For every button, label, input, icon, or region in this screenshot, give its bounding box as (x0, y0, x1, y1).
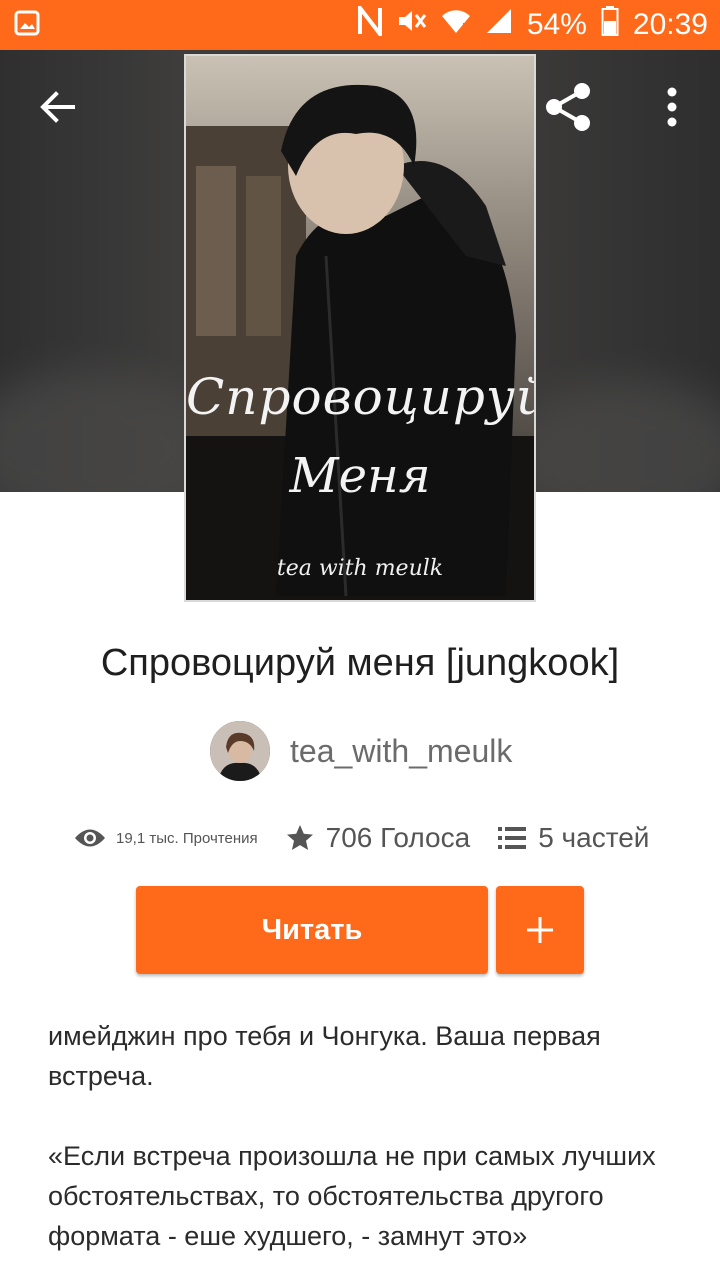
share-button[interactable] (530, 72, 606, 142)
plus-icon (527, 917, 553, 943)
signal-icon (485, 7, 513, 43)
cover-author: tea with meulk (276, 556, 444, 581)
back-button[interactable] (22, 72, 92, 142)
story-stats: 19,1 тыс. Прочтения 706 Голоса 5 частей (74, 816, 649, 860)
share-icon (546, 83, 590, 131)
wifi-icon (441, 7, 471, 43)
author-row[interactable]: tea_with_meulk (210, 720, 512, 782)
description-paragraph: «Если встреча произошла не при самых луч… (48, 1141, 656, 1251)
cover-artwork (186, 56, 534, 600)
star-icon (286, 824, 314, 852)
cover-title-line2: Меня (289, 448, 431, 504)
clock: 20:39 (632, 8, 708, 41)
read-button[interactable]: Читать (136, 886, 488, 974)
list-icon (498, 826, 527, 850)
book-cover[interactable]: Спровоцируй Меня tea with meulk (184, 54, 536, 602)
votes-count: 706 Голоса (325, 822, 471, 853)
votes-stat: 706 Голоса (286, 822, 471, 854)
status-bar: 54% 20:39 (0, 0, 720, 50)
reads-stat: 19,1 тыс. Прочтения (74, 827, 258, 849)
parts-stat: 5 частей (498, 822, 649, 854)
author-name[interactable]: tea_with_meulk (290, 733, 512, 770)
eye-icon (74, 827, 106, 849)
avatar[interactable] (210, 721, 270, 781)
back-arrow-icon (40, 91, 75, 123)
more-vert-icon (667, 87, 677, 127)
description-paragraph: имейджин про тебя и Чонгука. Ваша первая… (48, 1021, 601, 1091)
mute-icon (397, 7, 427, 43)
battery-percent: 54% (526, 8, 587, 41)
parts-count: 5 частей (538, 822, 650, 853)
story-description: имейджин про тебя и Чонгука. Ваша первая… (48, 1016, 688, 1280)
battery-icon (601, 6, 619, 44)
add-to-library-button[interactable] (496, 886, 584, 974)
cover-title-line1: Спровоцируй (186, 368, 536, 426)
story-title: Спровоцируй меня [jungkook] (100, 642, 620, 684)
gallery-icon (14, 10, 40, 41)
nfc-icon (357, 2, 383, 44)
reads-count: 19,1 тыс. Прочтения (116, 829, 258, 847)
more-options-button[interactable] (640, 72, 704, 142)
